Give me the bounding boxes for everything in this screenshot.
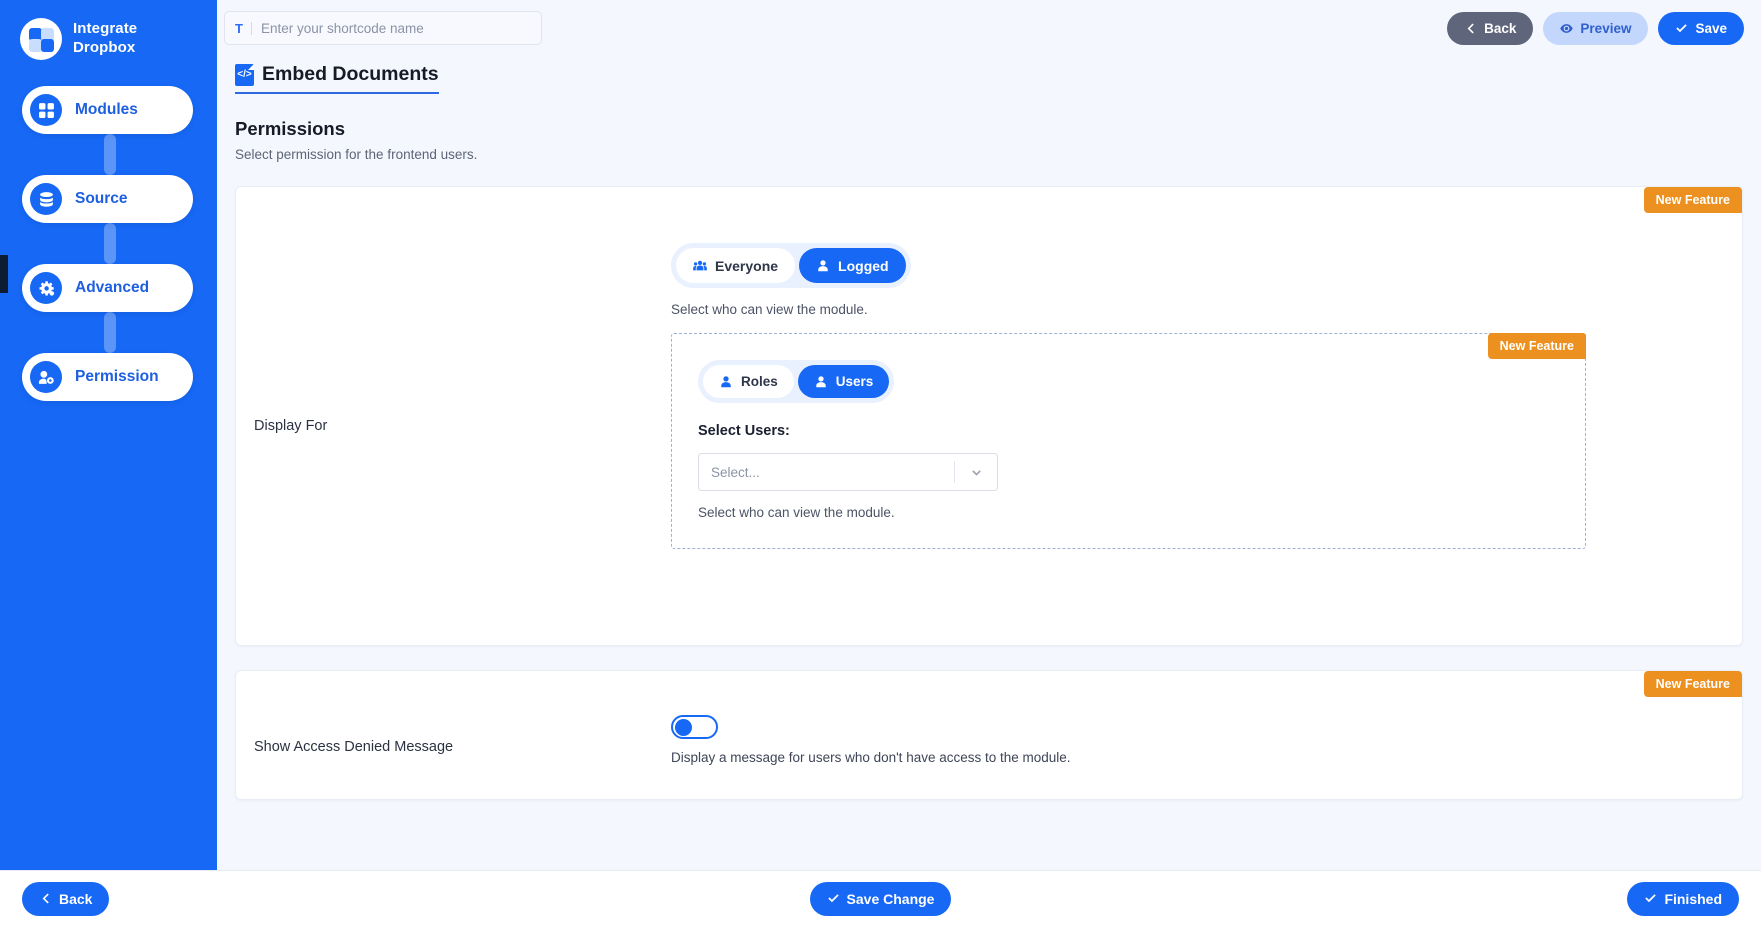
section-subtitle: Select permission for the frontend users… (235, 147, 478, 162)
audience-option-label: Logged (838, 257, 889, 274)
display-for-label: Display For (254, 418, 328, 434)
audience-option-everyone[interactable]: Everyone (676, 248, 796, 283)
check-icon (827, 894, 839, 903)
section-title: Permissions (235, 118, 346, 139)
chevron-down-icon[interactable] (955, 466, 997, 479)
select-users-dropdown[interactable]: Select... (698, 453, 998, 491)
sidebar-item-label: Source (75, 190, 128, 207)
brand-line-1: Integrate (73, 20, 138, 38)
sidebar-item-label: Permission (75, 368, 159, 385)
gear-icon (30, 272, 62, 304)
page-title-text: Embed Documents (262, 63, 439, 85)
access-denied-toggle[interactable] (671, 715, 718, 739)
nav-connector (104, 312, 116, 353)
save-change-button[interactable]: Save Change (809, 881, 952, 916)
access-denied-label: Show Access Denied Message (254, 739, 454, 755)
grid-icon (30, 94, 62, 126)
text-type-icon: T (235, 21, 252, 35)
people-group-icon (693, 260, 707, 270)
display-for-card: New Feature Display For Everyone Logged (235, 186, 1743, 646)
select-users-value: Select... (711, 464, 760, 480)
sidebar-item-source[interactable]: Source (22, 175, 193, 223)
sidebar-nav: Modules Source Advanced Permission (0, 86, 217, 401)
brand-title: Integrate Dropbox (73, 20, 137, 58)
main-content: T Back Preview Save </> Embed Documents (217, 0, 1761, 870)
target-option-label: Users (835, 374, 874, 389)
target-option-users[interactable]: Users (797, 365, 890, 398)
finished-button[interactable]: Finished (1627, 881, 1739, 916)
access-denied-card: New Feature Show Access Denied Message D… (235, 670, 1743, 800)
access-denied-helper-text: Display a message for users who don't ha… (671, 750, 1071, 765)
top-toolbar: T Back Preview Save (217, 0, 1761, 56)
app-root: Integrate Dropbox Modules Source Advance… (0, 0, 1761, 926)
select-users-label: Select Users: (698, 423, 790, 439)
footer-back-label: Back (59, 890, 93, 907)
key-user-icon (30, 361, 62, 393)
check-icon (1676, 23, 1688, 32)
new-feature-badge: New Feature (1643, 671, 1742, 697)
new-feature-badge: New Feature (1643, 187, 1742, 213)
select-users-helper-text: Select who can view the module. (698, 505, 895, 520)
target-type-segmented-control: Roles Users (698, 360, 895, 403)
back-button-label: Back (1484, 20, 1517, 36)
dropbox-integration-icon (20, 18, 62, 60)
sidebar-item-advanced[interactable]: Advanced (22, 264, 193, 312)
page-header: </> Embed Documents (217, 56, 1761, 94)
audience-option-logged[interactable]: Logged (799, 248, 906, 283)
user-icon (816, 375, 826, 387)
toggle-knob (675, 719, 692, 736)
brand-line-2: Dropbox (73, 39, 136, 56)
chevron-left-icon (42, 893, 49, 904)
preview-button-label: Preview (1580, 20, 1632, 36)
preview-button[interactable]: Preview (1543, 11, 1649, 45)
save-change-label: Save Change (846, 890, 935, 907)
footer-bar: Back Save Change Finished (0, 870, 1761, 926)
nav-connector (104, 134, 116, 175)
finished-label: Finished (1664, 890, 1722, 907)
target-option-roles[interactable]: Roles (703, 365, 794, 398)
shortcode-input[interactable] (260, 20, 531, 36)
footer-back-button[interactable]: Back (22, 881, 110, 916)
nav-connector (104, 223, 116, 264)
sidebar: Integrate Dropbox Modules Source Advance… (0, 0, 217, 870)
eye-icon (1560, 23, 1574, 33)
footer-center-group: Save Change (0, 881, 1761, 916)
database-icon (30, 183, 62, 215)
shortcode-field-wrapper[interactable]: T (224, 11, 542, 45)
save-button-label: Save (1695, 20, 1727, 36)
user-icon (721, 375, 731, 387)
new-feature-badge-inner: New Feature (1487, 333, 1586, 359)
sidebar-item-permission[interactable]: Permission (22, 353, 193, 401)
audience-segmented-control: Everyone Logged (671, 243, 911, 288)
audience-helper-text: Select who can view the module. (671, 302, 868, 317)
brand: Integrate Dropbox (0, 0, 217, 60)
code-document-icon: </> (235, 63, 254, 86)
sidebar-item-label: Modules (75, 101, 138, 118)
check-icon (1645, 894, 1657, 903)
audience-option-label: Everyone (715, 257, 779, 274)
display-for-inner-panel: New Feature Roles Users Select Users: Se… (671, 333, 1586, 549)
display-for-body: Everyone Logged Select who can view the … (671, 243, 1742, 549)
access-denied-body: Display a message for users who don't ha… (671, 715, 1742, 765)
user-icon (818, 259, 828, 271)
sidebar-item-label: Advanced (75, 279, 150, 296)
save-button[interactable]: Save (1658, 11, 1744, 45)
sidebar-item-modules[interactable]: Modules (22, 86, 193, 134)
page-title: </> Embed Documents (235, 63, 439, 94)
chevron-left-icon (1467, 22, 1474, 34)
target-option-label: Roles (741, 374, 778, 389)
back-button[interactable]: Back (1447, 11, 1534, 45)
